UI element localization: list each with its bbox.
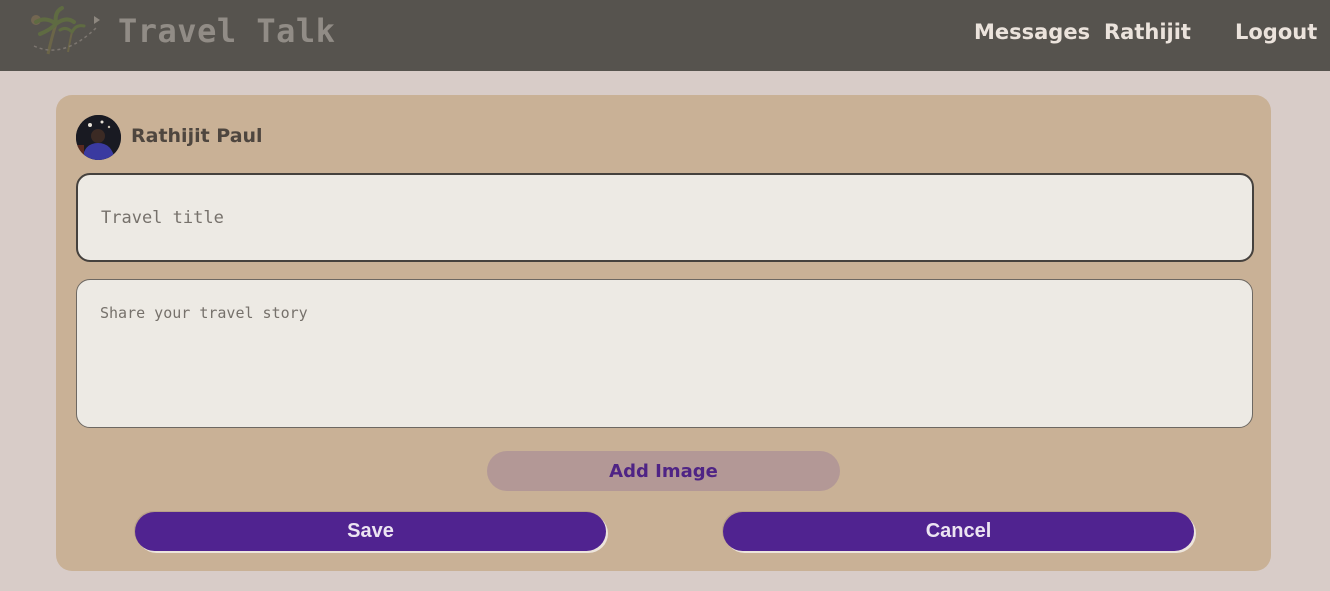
nav-logout-link[interactable]: Logout	[1235, 20, 1317, 44]
user-avatar	[76, 115, 121, 160]
nav-profile-link[interactable]: Rathijit	[1104, 20, 1191, 44]
nav-messages-link[interactable]: Messages	[974, 20, 1090, 44]
navbar: Travel Talk Messages Rathijit Logout	[0, 0, 1330, 71]
palm-tree-logo-icon[interactable]	[28, 6, 102, 56]
brand-title[interactable]: Travel Talk	[118, 12, 335, 50]
create-post-card: Rathijit Paul Add Image Save Cancel	[56, 95, 1271, 571]
cancel-button[interactable]: Cancel	[723, 512, 1194, 551]
add-image-button[interactable]: Add Image	[487, 451, 840, 491]
save-button[interactable]: Save	[135, 512, 606, 551]
travel-story-textarea[interactable]	[76, 279, 1253, 428]
post-author-name: Rathijit Paul	[131, 125, 263, 147]
travel-title-input[interactable]	[76, 173, 1254, 262]
